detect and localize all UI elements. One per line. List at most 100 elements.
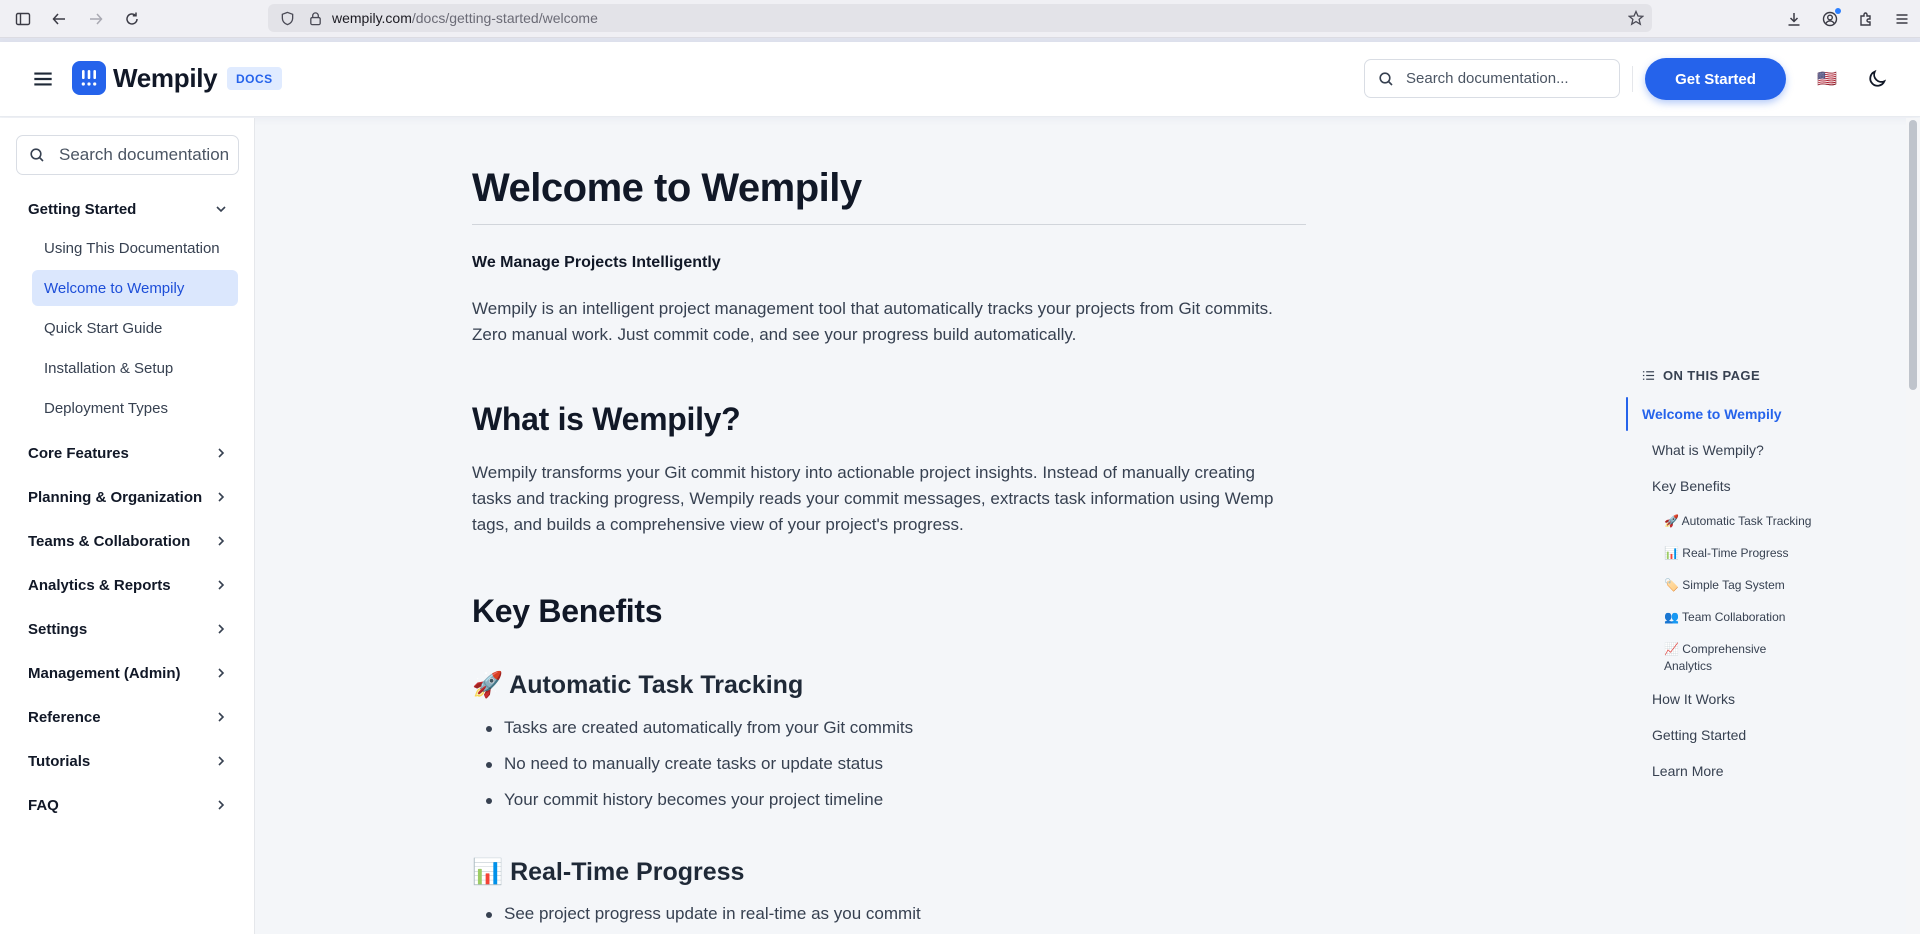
list-item: Tasks are created automatically from you… xyxy=(485,718,914,737)
toc-heading: ON THIS PAGE xyxy=(1642,368,1760,383)
page-scrollbar-thumb[interactable] xyxy=(1909,120,1917,390)
sidebar-section-label: Getting Started xyxy=(28,200,137,218)
toc-item-analytics[interactable]: 📈 Comprehensive xyxy=(1664,642,1766,656)
sidebar-section-label: Reference xyxy=(28,708,101,726)
chevron-right-icon xyxy=(218,712,225,722)
toc-active-indicator xyxy=(1626,397,1628,431)
docs-sidebar: Search documentation Getting Started Usi… xyxy=(0,118,255,934)
bookmark-star-icon[interactable] xyxy=(1628,10,1644,26)
brand-logo-icon[interactable] xyxy=(72,61,106,95)
get-started-button[interactable]: Get Started xyxy=(1645,58,1786,100)
title-divider xyxy=(472,224,1306,225)
chevron-right-icon xyxy=(218,536,225,546)
sidebar-section-label: Settings xyxy=(28,620,88,638)
toc-item-auto-tracking[interactable]: 🚀 Automatic Task Tracking xyxy=(1664,514,1811,528)
sidebar-section-tutorials[interactable]: Tutorials xyxy=(28,746,228,776)
account-icon[interactable] xyxy=(1812,1,1848,37)
chevron-down-icon xyxy=(216,206,226,213)
chevron-right-icon xyxy=(218,448,225,458)
site-header: Wempily DOCS Search documentation... Get… xyxy=(0,42,1920,117)
sidebar-section-label: Planning & Organization xyxy=(28,488,203,506)
toc-item-learn-more[interactable]: Learn More xyxy=(1652,763,1724,779)
notification-dot-icon xyxy=(1835,8,1841,14)
sidebar-item-using-this-documentation[interactable]: Using This Documentation xyxy=(32,230,238,266)
toc-item-welcome[interactable]: Welcome to Wempily xyxy=(1642,406,1782,422)
subsection-heading-realtime: 📊 Real-Time Progress xyxy=(472,858,745,886)
downloads-icon[interactable] xyxy=(1776,1,1812,37)
what-is-paragraph-line: Wempily transforms your Git commit histo… xyxy=(472,463,1255,482)
list-item: Your commit history becomes your project… xyxy=(485,790,884,809)
search-icon xyxy=(30,148,44,162)
list-item: No need to manually create tasks or upda… xyxy=(486,754,883,773)
browser-toolbar: wempily.com/docs/getting-started/welcome xyxy=(0,0,1920,38)
toc-item-analytics-cont[interactable]: Analytics xyxy=(1664,659,1712,673)
lead-text: We Manage Projects Intelligently xyxy=(472,254,721,271)
what-is-paragraph-line: tags, and builds a comprehensive view of… xyxy=(472,515,964,534)
chevron-right-icon xyxy=(218,800,225,810)
sidebar-section-label: Tutorials xyxy=(28,752,91,770)
sidebar-toggle-icon[interactable] xyxy=(5,1,41,37)
toc-heading-label: ON THIS PAGE xyxy=(1663,368,1761,383)
sidebar-item-deployment-types[interactable]: Deployment Types xyxy=(32,390,238,426)
extensions-icon[interactable] xyxy=(1848,1,1884,37)
sidebar-item-welcome-to-wempily[interactable]: Welcome to Wempily xyxy=(32,270,238,306)
sidebar-search-input[interactable]: Search documentation xyxy=(16,135,239,175)
sidebar-search-placeholder: Search documentation xyxy=(59,145,230,164)
address-bar[interactable]: wempily.com/docs/getting-started/welcome xyxy=(268,4,1652,32)
toc-item-getting-started[interactable]: Getting Started xyxy=(1652,727,1746,743)
toc-item-team[interactable]: 👥 Team Collaboration xyxy=(1664,610,1785,624)
subsection-heading-auto-tracking: 🚀 Automatic Task Tracking xyxy=(472,671,804,699)
sidebar-item-quick-start-guide[interactable]: Quick Start Guide xyxy=(32,310,238,346)
toc-item-realtime[interactable]: 📊 Real-Time Progress xyxy=(1664,546,1789,560)
moon-icon[interactable] xyxy=(1866,68,1888,90)
sidebar-section-management-admin[interactable]: Management (Admin) xyxy=(28,658,228,688)
toc-item-what-is[interactable]: What is Wempily? xyxy=(1652,442,1764,458)
sidebar-section-reference[interactable]: Reference xyxy=(28,702,228,732)
section-heading-what-is: What is Wempily? xyxy=(472,401,741,437)
reload-icon[interactable] xyxy=(114,1,150,37)
sidebar-section-planning-organization[interactable]: Planning & Organization xyxy=(28,482,228,512)
sidebar-section-teams-collaboration[interactable]: Teams & Collaboration xyxy=(28,526,228,556)
sidebar-section-core-features[interactable]: Core Features xyxy=(28,438,228,468)
sidebar-section-label: FAQ xyxy=(28,796,59,814)
sidebar-section-label: Teams & Collaboration xyxy=(28,532,191,550)
what-is-paragraph-line: tasks and tracking progress, Wempily rea… xyxy=(472,489,1274,508)
chevron-right-icon xyxy=(218,668,225,678)
chevron-right-icon xyxy=(218,492,225,502)
list-icon xyxy=(1642,371,1655,380)
sidebar-section-faq[interactable]: FAQ xyxy=(28,790,228,820)
sidebar-section-getting-started[interactable]: Getting Started xyxy=(28,194,228,224)
brand-name[interactable]: Wempily xyxy=(113,63,218,94)
url-host: wempily.com xyxy=(332,10,412,26)
intro-paragraph-line: Zero manual work. Just commit code, and … xyxy=(472,325,1077,344)
lock-icon[interactable] xyxy=(304,11,326,26)
header-divider xyxy=(1632,66,1633,92)
header-search-placeholder: Search documentation... xyxy=(1406,70,1569,87)
section-heading-key-benefits: Key Benefits xyxy=(472,593,663,629)
forward-arrow-icon[interactable] xyxy=(78,1,114,37)
header-search-input[interactable]: Search documentation... xyxy=(1364,59,1620,98)
toc-item-key-benefits[interactable]: Key Benefits xyxy=(1652,478,1731,494)
back-arrow-icon[interactable] xyxy=(41,1,77,37)
sidebar-section-label: Core Features xyxy=(28,444,129,462)
list-item: See project progress update in real-time… xyxy=(486,904,921,923)
sidebar-item-installation-setup[interactable]: Installation & Setup xyxy=(32,350,238,386)
sidebar-section-label: Analytics & Reports xyxy=(28,576,171,594)
menu-icon[interactable] xyxy=(1884,1,1920,37)
toc-item-how-it-works[interactable]: How It Works xyxy=(1652,691,1735,707)
url-path: /docs/getting-started/welcome xyxy=(411,10,598,26)
page-title: Welcome to Wempily xyxy=(472,166,862,210)
search-icon xyxy=(1379,71,1393,86)
sidebar-section-label: Management (Admin) xyxy=(28,664,181,682)
chevron-right-icon xyxy=(218,756,225,766)
shield-icon[interactable] xyxy=(276,11,298,26)
toc-item-tags[interactable]: 🏷️ Simple Tag System xyxy=(1664,578,1785,592)
chevron-right-icon xyxy=(218,624,225,634)
chevron-right-icon xyxy=(218,580,225,590)
sidebar-section-analytics-reports[interactable]: Analytics & Reports xyxy=(28,570,228,600)
sidebar-section-settings[interactable]: Settings xyxy=(28,614,228,644)
docs-badge: DOCS xyxy=(227,67,282,90)
language-flag-icon[interactable]: 🇺🇸 xyxy=(1816,68,1838,90)
hamburger-menu-icon[interactable] xyxy=(30,66,56,92)
intro-paragraph-line: Wempily is an intelligent project manage… xyxy=(472,299,1273,318)
